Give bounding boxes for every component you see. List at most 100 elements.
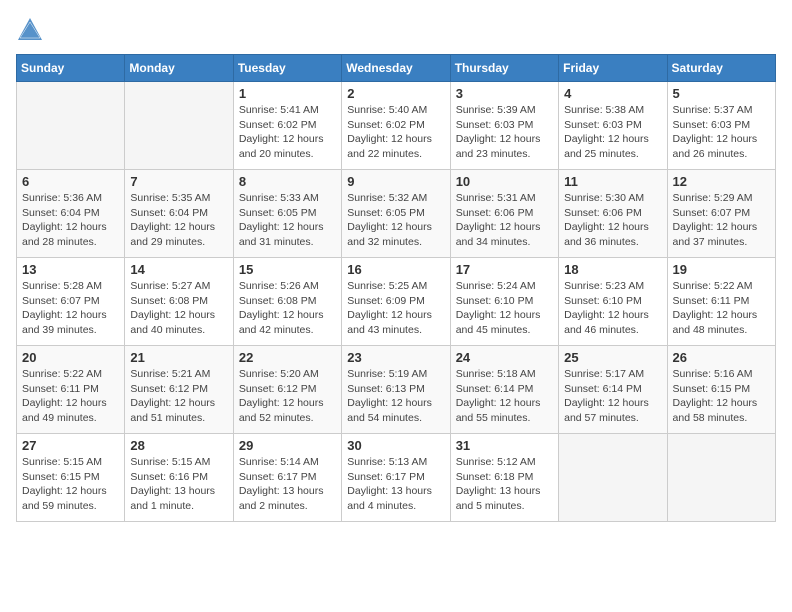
- day-info: Sunrise: 5:14 AMSunset: 6:17 PMDaylight:…: [239, 455, 336, 514]
- day-number: 22: [239, 350, 336, 365]
- calendar-day-cell: 18 Sunrise: 5:23 AMSunset: 6:10 PMDayligh…: [559, 258, 667, 346]
- calendar-day-cell: 10 Sunrise: 5:31 AMSunset: 6:06 PMDayligh…: [450, 170, 558, 258]
- calendar-day-cell: [125, 82, 233, 170]
- day-number: 18: [564, 262, 661, 277]
- calendar-day-cell: [667, 434, 775, 522]
- day-number: 10: [456, 174, 553, 189]
- calendar-day-cell: 19 Sunrise: 5:22 AMSunset: 6:11 PMDayligh…: [667, 258, 775, 346]
- day-info: Sunrise: 5:33 AMSunset: 6:05 PMDaylight:…: [239, 191, 336, 250]
- day-info: Sunrise: 5:24 AMSunset: 6:10 PMDaylight:…: [456, 279, 553, 338]
- calendar-week-row: 13 Sunrise: 5:28 AMSunset: 6:07 PMDayligh…: [17, 258, 776, 346]
- day-info: Sunrise: 5:28 AMSunset: 6:07 PMDaylight:…: [22, 279, 119, 338]
- page-header: [16, 16, 776, 44]
- weekday-header: Tuesday: [233, 55, 341, 82]
- day-info: Sunrise: 5:12 AMSunset: 6:18 PMDaylight:…: [456, 455, 553, 514]
- calendar-day-cell: 22 Sunrise: 5:20 AMSunset: 6:12 PMDayligh…: [233, 346, 341, 434]
- calendar-day-cell: 15 Sunrise: 5:26 AMSunset: 6:08 PMDayligh…: [233, 258, 341, 346]
- day-info: Sunrise: 5:32 AMSunset: 6:05 PMDaylight:…: [347, 191, 444, 250]
- day-info: Sunrise: 5:21 AMSunset: 6:12 PMDaylight:…: [130, 367, 227, 426]
- day-number: 30: [347, 438, 444, 453]
- day-info: Sunrise: 5:20 AMSunset: 6:12 PMDaylight:…: [239, 367, 336, 426]
- calendar-day-cell: 6 Sunrise: 5:36 AMSunset: 6:04 PMDaylight…: [17, 170, 125, 258]
- day-number: 19: [673, 262, 770, 277]
- calendar-day-cell: 9 Sunrise: 5:32 AMSunset: 6:05 PMDaylight…: [342, 170, 450, 258]
- day-number: 14: [130, 262, 227, 277]
- day-number: 27: [22, 438, 119, 453]
- calendar-day-cell: 1 Sunrise: 5:41 AMSunset: 6:02 PMDaylight…: [233, 82, 341, 170]
- weekday-header: Sunday: [17, 55, 125, 82]
- day-info: Sunrise: 5:30 AMSunset: 6:06 PMDaylight:…: [564, 191, 661, 250]
- day-number: 2: [347, 86, 444, 101]
- calendar-day-cell: 27 Sunrise: 5:15 AMSunset: 6:15 PMDayligh…: [17, 434, 125, 522]
- day-number: 17: [456, 262, 553, 277]
- weekday-header: Friday: [559, 55, 667, 82]
- day-info: Sunrise: 5:29 AMSunset: 6:07 PMDaylight:…: [673, 191, 770, 250]
- calendar-day-cell: 28 Sunrise: 5:15 AMSunset: 6:16 PMDayligh…: [125, 434, 233, 522]
- calendar-day-cell: 24 Sunrise: 5:18 AMSunset: 6:14 PMDayligh…: [450, 346, 558, 434]
- day-info: Sunrise: 5:27 AMSunset: 6:08 PMDaylight:…: [130, 279, 227, 338]
- day-info: Sunrise: 5:31 AMSunset: 6:06 PMDaylight:…: [456, 191, 553, 250]
- day-info: Sunrise: 5:26 AMSunset: 6:08 PMDaylight:…: [239, 279, 336, 338]
- calendar-day-cell: [559, 434, 667, 522]
- calendar-day-cell: [17, 82, 125, 170]
- day-number: 12: [673, 174, 770, 189]
- calendar-week-row: 27 Sunrise: 5:15 AMSunset: 6:15 PMDayligh…: [17, 434, 776, 522]
- day-number: 11: [564, 174, 661, 189]
- calendar-day-cell: 12 Sunrise: 5:29 AMSunset: 6:07 PMDayligh…: [667, 170, 775, 258]
- calendar-day-cell: 25Sunrise: 5:17 AMSunset: 6:14 PMDayligh…: [559, 346, 667, 434]
- calendar-day-cell: 31Sunrise: 5:12 AMSunset: 6:18 PMDayligh…: [450, 434, 558, 522]
- calendar-day-cell: 14 Sunrise: 5:27 AMSunset: 6:08 PMDayligh…: [125, 258, 233, 346]
- day-number: 9: [347, 174, 444, 189]
- day-info: Sunrise: 5:37 AMSunset: 6:03 PMDaylight:…: [673, 103, 770, 162]
- calendar-week-row: 1 Sunrise: 5:41 AMSunset: 6:02 PMDaylight…: [17, 82, 776, 170]
- calendar-day-cell: 2 Sunrise: 5:40 AMSunset: 6:02 PMDaylight…: [342, 82, 450, 170]
- day-info: Sunrise: 5:18 AMSunset: 6:14 PMDaylight:…: [456, 367, 553, 426]
- day-number: 1: [239, 86, 336, 101]
- day-info: Sunrise: 5:23 AMSunset: 6:10 PMDaylight:…: [564, 279, 661, 338]
- day-number: 28: [130, 438, 227, 453]
- day-number: 15: [239, 262, 336, 277]
- day-info: Sunrise: 5:25 AMSunset: 6:09 PMDaylight:…: [347, 279, 444, 338]
- day-number: 13: [22, 262, 119, 277]
- calendar-header-row: SundayMondayTuesdayWednesdayThursdayFrid…: [17, 55, 776, 82]
- day-number: 20: [22, 350, 119, 365]
- day-number: 8: [239, 174, 336, 189]
- day-number: 29: [239, 438, 336, 453]
- day-info: Sunrise: 5:36 AMSunset: 6:04 PMDaylight:…: [22, 191, 119, 250]
- day-info: Sunrise: 5:38 AMSunset: 6:03 PMDaylight:…: [564, 103, 661, 162]
- day-number: 21: [130, 350, 227, 365]
- calendar-day-cell: 16Sunrise: 5:25 AMSunset: 6:09 PMDayligh…: [342, 258, 450, 346]
- calendar-day-cell: 20 Sunrise: 5:22 AMSunset: 6:11 PMDayligh…: [17, 346, 125, 434]
- day-info: Sunrise: 5:19 AMSunset: 6:13 PMDaylight:…: [347, 367, 444, 426]
- calendar-day-cell: 21 Sunrise: 5:21 AMSunset: 6:12 PMDayligh…: [125, 346, 233, 434]
- day-number: 23: [347, 350, 444, 365]
- day-info: Sunrise: 5:35 AMSunset: 6:04 PMDaylight:…: [130, 191, 227, 250]
- day-info: Sunrise: 5:22 AMSunset: 6:11 PMDaylight:…: [22, 367, 119, 426]
- day-number: 6: [22, 174, 119, 189]
- calendar-day-cell: 23 Sunrise: 5:19 AMSunset: 6:13 PMDayligh…: [342, 346, 450, 434]
- day-info: Sunrise: 5:15 AMSunset: 6:15 PMDaylight:…: [22, 455, 119, 514]
- day-number: 4: [564, 86, 661, 101]
- day-info: Sunrise: 5:40 AMSunset: 6:02 PMDaylight:…: [347, 103, 444, 162]
- day-info: Sunrise: 5:16 AMSunset: 6:15 PMDaylight:…: [673, 367, 770, 426]
- logo-icon: [16, 16, 44, 44]
- calendar-day-cell: 3Sunrise: 5:39 AMSunset: 6:03 PMDaylight…: [450, 82, 558, 170]
- weekday-header: Saturday: [667, 55, 775, 82]
- day-info: Sunrise: 5:39 AMSunset: 6:03 PMDaylight:…: [456, 103, 553, 162]
- calendar-table: SundayMondayTuesdayWednesdayThursdayFrid…: [16, 54, 776, 522]
- day-info: Sunrise: 5:17 AMSunset: 6:14 PMDaylight:…: [564, 367, 661, 426]
- day-number: 26: [673, 350, 770, 365]
- day-number: 24: [456, 350, 553, 365]
- calendar-day-cell: 5 Sunrise: 5:37 AMSunset: 6:03 PMDaylight…: [667, 82, 775, 170]
- calendar-day-cell: 30Sunrise: 5:13 AMSunset: 6:17 PMDayligh…: [342, 434, 450, 522]
- calendar-week-row: 6 Sunrise: 5:36 AMSunset: 6:04 PMDaylight…: [17, 170, 776, 258]
- day-info: Sunrise: 5:22 AMSunset: 6:11 PMDaylight:…: [673, 279, 770, 338]
- weekday-header: Wednesday: [342, 55, 450, 82]
- day-number: 5: [673, 86, 770, 101]
- day-info: Sunrise: 5:15 AMSunset: 6:16 PMDaylight:…: [130, 455, 227, 514]
- calendar-day-cell: 11 Sunrise: 5:30 AMSunset: 6:06 PMDayligh…: [559, 170, 667, 258]
- day-info: Sunrise: 5:41 AMSunset: 6:02 PMDaylight:…: [239, 103, 336, 162]
- calendar-day-cell: 29 Sunrise: 5:14 AMSunset: 6:17 PMDayligh…: [233, 434, 341, 522]
- calendar-day-cell: 4 Sunrise: 5:38 AMSunset: 6:03 PMDaylight…: [559, 82, 667, 170]
- calendar-day-cell: 13 Sunrise: 5:28 AMSunset: 6:07 PMDayligh…: [17, 258, 125, 346]
